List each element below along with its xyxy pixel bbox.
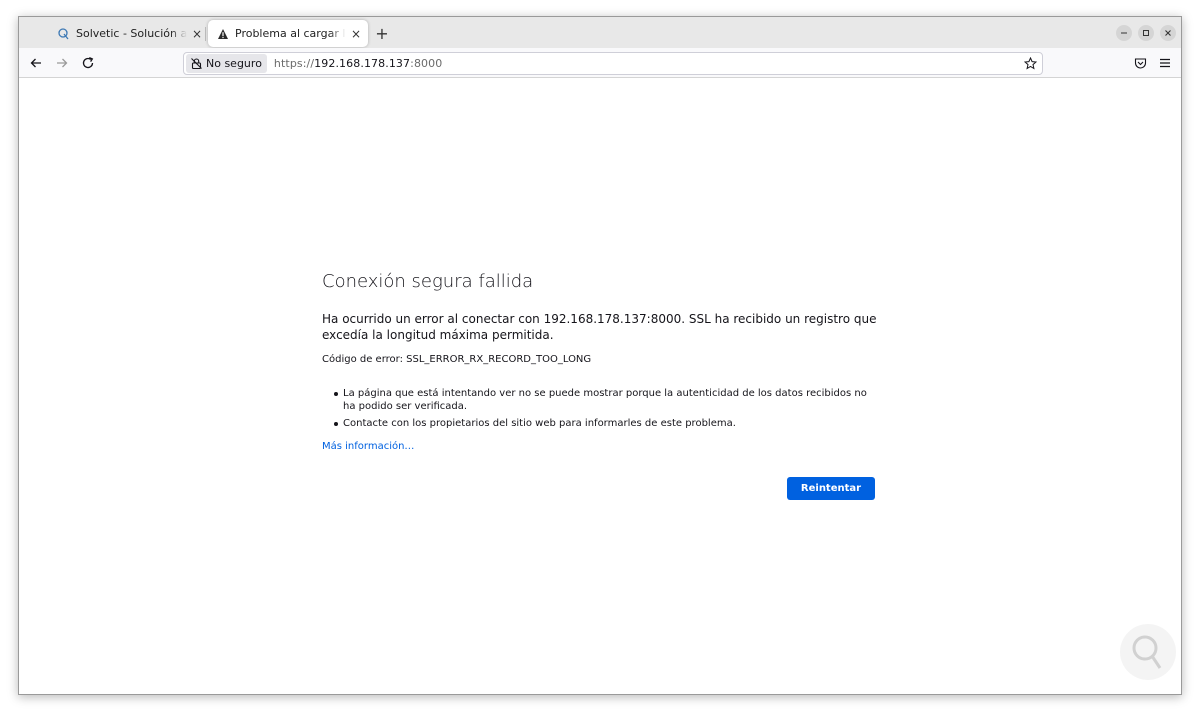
page-content: Conexión segura fallida Ha ocurrido un e… (19, 78, 1181, 694)
tab-problema[interactable]: Problema al cargar la pág × (208, 20, 368, 47)
url-host: 192.168.178.137 (314, 57, 411, 70)
url-scheme: https:// (273, 57, 315, 70)
more-info-link[interactable]: Más información… (322, 441, 414, 452)
minimize-button[interactable] (1116, 25, 1132, 41)
tab-title: Solvetic - Solución a los p (76, 27, 187, 40)
error-container: Conexión segura fallida Ha ocurrido un e… (322, 271, 882, 500)
hamburger-menu-icon[interactable] (1157, 55, 1173, 71)
back-arrow-icon[interactable] (27, 54, 45, 72)
close-window-button[interactable] (1160, 25, 1176, 41)
tab-separator (205, 27, 206, 41)
close-icon[interactable]: × (350, 27, 362, 41)
insecure-lock-icon (190, 57, 203, 70)
url-port: :8000 (410, 57, 443, 70)
watermark-logo (1120, 624, 1176, 680)
warning-icon (216, 27, 230, 41)
pocket-icon[interactable] (1132, 55, 1148, 71)
forward-arrow-icon[interactable] (53, 54, 71, 72)
solvetic-logo-icon (57, 27, 71, 41)
reload-icon[interactable] (79, 54, 97, 72)
bookmark-star-icon[interactable] (1023, 56, 1038, 71)
error-code: Código de error: SSL_ERROR_RX_RECORD_TOO… (322, 354, 592, 365)
navigation-toolbar: No seguro https://192.168.178.137:8000 (19, 48, 1181, 78)
identity-label: No seguro (206, 57, 262, 70)
retry-button[interactable]: Reintentar (787, 477, 875, 500)
tab-title: Problema al cargar la pág (235, 27, 346, 40)
tab-solvetic[interactable]: Solvetic - Solución a los p × (49, 20, 209, 47)
error-bullets: La página que está intentando ver no se … (334, 387, 882, 430)
new-tab-button[interactable]: + (373, 24, 391, 43)
tab-strip: Solvetic - Solución a los p × Problema a… (19, 17, 1181, 48)
browser-window: Solvetic - Solución a los p × Problema a… (18, 16, 1182, 695)
site-identity-button[interactable]: No seguro (186, 54, 267, 73)
list-item: La página que está intentando ver no se … (334, 387, 882, 413)
close-icon[interactable]: × (191, 27, 203, 41)
list-item: Contacte con los propietarios del sitio … (334, 417, 882, 430)
url-bar[interactable]: No seguro https://192.168.178.137:8000 (183, 52, 1043, 75)
maximize-button[interactable] (1138, 25, 1154, 41)
url-text[interactable]: https://192.168.178.137:8000 (274, 57, 442, 70)
error-title: Conexión segura fallida (322, 271, 534, 292)
error-description: Ha ocurrido un error al conectar con 192… (322, 312, 877, 342)
